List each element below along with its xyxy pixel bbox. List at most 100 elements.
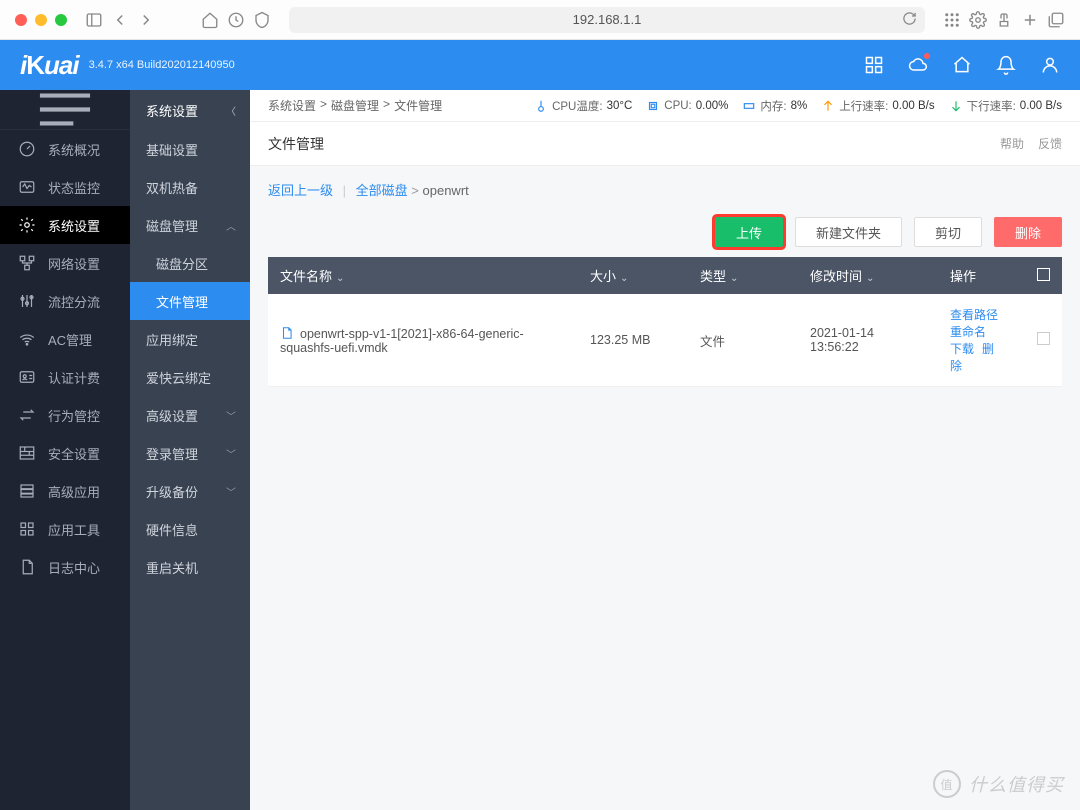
settings-icon[interactable] [969,11,987,29]
col-type[interactable]: 类型⌄ [688,257,798,294]
shield-icon[interactable] [253,11,271,29]
cloud-icon[interactable] [908,55,928,75]
nav-system-overview[interactable]: 系统概况 [0,130,130,168]
network-icon [18,254,36,272]
sub-cloud-binding[interactable]: 爱快云绑定 [130,358,250,396]
col-ops: 操作 [938,257,1025,294]
nav-security-settings[interactable]: 安全设置 [0,434,130,472]
sub-file-management[interactable]: 文件管理 [130,282,250,320]
sub-disk-management[interactable]: 磁盘管理︿ [130,206,250,244]
gauge-icon [18,140,36,158]
url-bar[interactable]: 192.168.1.1 [289,7,925,33]
op-download[interactable]: 下载 [950,342,974,356]
all-disks-link[interactable]: 全部磁盘 [356,183,408,198]
nav-app-tools[interactable]: 应用工具 [0,510,130,548]
secondary-sidebar: 系统设置〈 基础设置 双机热备 磁盘管理︿ 磁盘分区 文件管理 应用绑定 爱快云… [130,90,250,810]
maximize-window-icon[interactable] [55,14,67,26]
nav-system-settings[interactable]: 系统设置 [0,206,130,244]
breadcrumb: 系统设置> 磁盘管理> 文件管理 [268,97,442,114]
nav-log-center[interactable]: 日志中心 [0,548,130,586]
delete-button[interactable]: 删除 [994,217,1062,247]
firewall-icon [18,444,36,462]
swap-icon [18,406,36,424]
grid-icon [18,520,36,538]
traffic-lights [15,14,67,26]
file-size: 123.25 MB [578,294,688,387]
action-buttons: 上传 新建文件夹 剪切 删除 [268,217,1062,247]
sort-icon: ⌄ [336,273,344,284]
help-link[interactable]: 帮助 [1000,135,1024,152]
current-folder: openwrt [423,183,469,198]
minimize-window-icon[interactable] [35,14,47,26]
page-title: 文件管理 [268,134,324,154]
sub-basic-settings[interactable]: 基础设置 [130,130,250,168]
document-icon [18,558,36,576]
close-window-icon[interactable] [15,14,27,26]
cpu-icon [646,99,660,113]
id-icon [18,368,36,386]
dashboard-icon[interactable] [864,55,884,75]
col-filename[interactable]: 文件名称⌄ [268,257,578,294]
history-icon[interactable] [227,11,245,29]
col-size[interactable]: 大小⌄ [578,257,688,294]
op-rename[interactable]: 重命名 [950,325,986,339]
nav-auth-billing[interactable]: 认证计费 [0,358,130,396]
upload-arrow-icon [821,99,835,113]
upload-button[interactable]: 上传 [715,217,783,247]
gear-icon [18,216,36,234]
sub-disk-partition[interactable]: 磁盘分区 [130,244,250,282]
file-icon [280,326,294,340]
chevron-down-icon: ﹀ [226,408,236,423]
upgrade-icon[interactable] [952,55,972,75]
new-folder-button[interactable]: 新建文件夹 [795,217,902,247]
op-view-path[interactable]: 查看路径 [950,308,998,322]
watermark-badge-icon: 值 [933,770,961,798]
apps-icon[interactable] [943,11,961,29]
sub-upgrade-backup[interactable]: 升级备份﹀ [130,472,250,510]
refresh-icon[interactable] [902,11,917,29]
version-text: 3.4.7 x64 Build202012140950 [89,59,235,71]
feedback-link[interactable]: 反馈 [1038,135,1062,152]
user-icon[interactable] [1040,55,1060,75]
watermark: 值 什么值得买 [933,770,1064,798]
tabs-icon[interactable] [1047,11,1065,29]
chevron-left-icon[interactable]: 〈 [226,103,236,118]
col-mtime[interactable]: 修改时间⌄ [798,257,938,294]
file-type: 文件 [688,294,798,387]
sub-reboot-shutdown[interactable]: 重启关机 [130,548,250,586]
logo: iKuai [20,50,79,81]
back-link[interactable]: 返回上一级 [268,183,333,198]
home-icon[interactable] [201,11,219,29]
back-icon[interactable] [111,11,129,29]
nav-behavior-control[interactable]: 行为管控 [0,396,130,434]
sub-advanced-settings[interactable]: 高级设置﹀ [130,396,250,434]
select-all-checkbox[interactable] [1037,268,1050,281]
memory-icon [742,99,756,113]
sub-login-management[interactable]: 登录管理﹀ [130,434,250,472]
row-checkbox[interactable] [1037,332,1050,345]
url-text: 192.168.1.1 [573,12,642,27]
table-row[interactable]: openwrt-spp-v1-1[2021]-x86-64-generic-sq… [268,294,1062,387]
primary-sidebar: 系统概况 状态监控 系统设置 网络设置 流控分流 AC管理 认证计费 行为管控 … [0,90,130,810]
notification-icon[interactable] [996,55,1016,75]
sidebar-toggle-icon[interactable] [85,11,103,29]
nav-advanced-apps[interactable]: 高级应用 [0,472,130,510]
sub-hardware-info[interactable]: 硬件信息 [130,510,250,548]
nav-network-settings[interactable]: 网络设置 [0,244,130,282]
file-name: openwrt-spp-v1-1[2021]-x86-64-generic-sq… [280,327,524,355]
nav-flow-control[interactable]: 流控分流 [0,282,130,320]
sidebar-collapse-toggle[interactable] [0,90,130,130]
sort-icon: ⌄ [730,273,738,284]
chevron-up-icon: ︿ [226,218,236,233]
thermometer-icon [534,99,548,113]
sub-app-binding[interactable]: 应用绑定 [130,320,250,358]
sort-icon: ⌄ [866,273,874,284]
nav-ac-management[interactable]: AC管理 [0,320,130,358]
nav-status-monitor[interactable]: 状态监控 [0,168,130,206]
forward-icon[interactable] [137,11,155,29]
chevron-down-icon: ﹀ [226,484,236,499]
new-tab-icon[interactable] [1021,11,1039,29]
sub-dual-hot-standby[interactable]: 双机热备 [130,168,250,206]
share-icon[interactable] [995,11,1013,29]
cut-button[interactable]: 剪切 [914,217,982,247]
